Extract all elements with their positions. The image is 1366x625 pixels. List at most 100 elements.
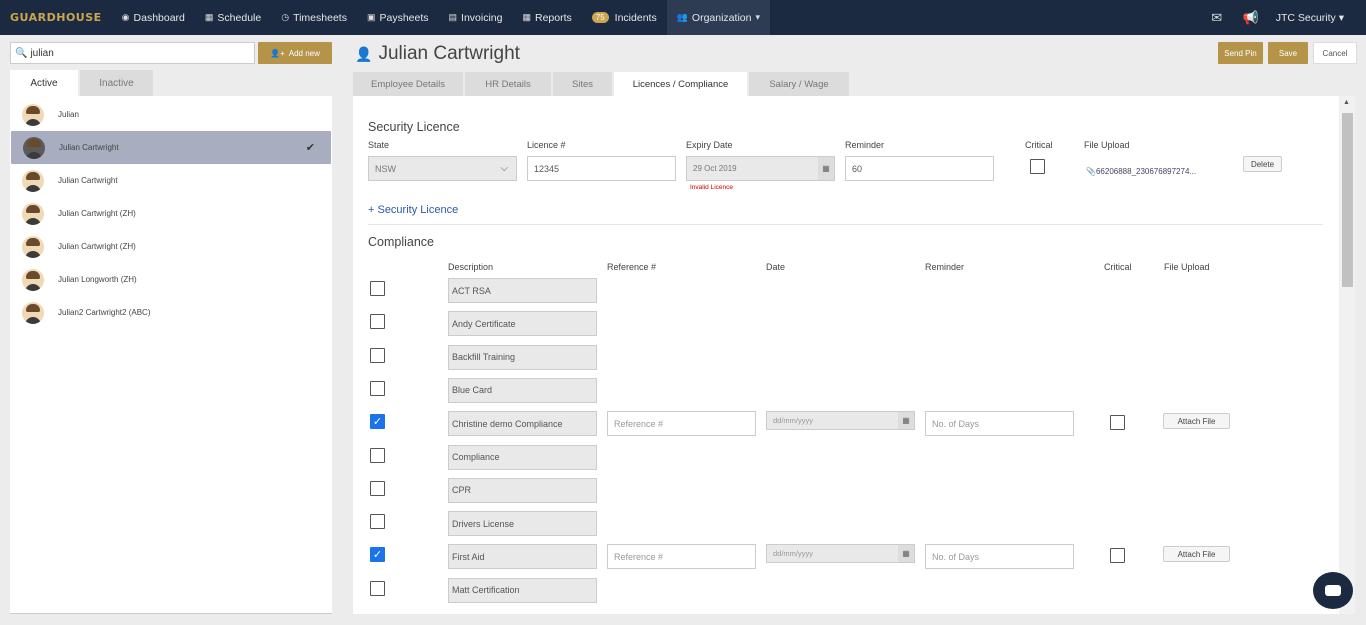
list-item-selected[interactable]: Julian Cartwright ✔	[11, 131, 331, 164]
search-input[interactable]	[30, 47, 251, 59]
compliance-checkbox[interactable]	[370, 380, 385, 396]
nav-dashboard[interactable]: ◉ Dashboard	[112, 0, 195, 35]
compliance-checkbox[interactable]: ✓	[370, 547, 385, 563]
invoice-icon: ▤	[448, 12, 458, 22]
list-item[interactable]: Julian Cartwright (ZH)	[10, 197, 332, 230]
tab-salary-wage[interactable]: Salary / Wage	[749, 72, 849, 96]
checkmark-icon: ✔	[305, 142, 315, 154]
list-item[interactable]: Julian Cartwright (ZH)	[10, 230, 332, 263]
list-item[interactable]: Julian	[10, 98, 332, 131]
security-licence-title: Security Licence	[368, 120, 460, 134]
company-menu[interactable]: JTC Security ▾	[1276, 12, 1344, 24]
compliance-description: Drivers License	[448, 511, 597, 537]
paperclip-icon: 📎	[1086, 167, 1096, 176]
list-item[interactable]: Julian2 Cartwright2 (ABC)	[10, 296, 332, 329]
nav-incidents[interactable]: 75 Incidents	[582, 0, 667, 35]
calendar-icon[interactable]: ▦	[898, 545, 914, 563]
reminder-label: Reminder	[845, 140, 885, 150]
reminder-days-input[interactable]: No. of Days	[925, 411, 1074, 437]
employee-list: Julian Julian Cartwright ✔ Julian Cartwri…	[10, 96, 332, 614]
calendar-icon: ▦	[204, 12, 214, 22]
compliance-description: Andy Certificate	[448, 311, 597, 337]
user-icon: 👤	[355, 45, 373, 62]
expiry-date-input[interactable]: 29 Oct 2019 ▦	[686, 156, 835, 181]
tab-sites[interactable]: Sites	[553, 72, 612, 96]
reminder-days-input[interactable]: No. of Days	[925, 544, 1074, 570]
compliance-date-input[interactable]: dd/mm/yyyy ▦	[766, 544, 915, 564]
reference-input[interactable]: Reference #	[607, 544, 756, 570]
mail-icon[interactable]: ✉	[1200, 10, 1234, 26]
nav-paysheets[interactable]: ▣ Paysheets	[357, 0, 439, 35]
state-select[interactable]: NSW ⌵	[368, 156, 517, 181]
search-box: 🔍	[10, 42, 255, 64]
table-icon: ▦	[522, 12, 531, 22]
nav-schedule[interactable]: ▦ Schedule	[195, 0, 271, 35]
chat-button[interactable]	[1313, 572, 1353, 609]
state-label: State	[368, 140, 390, 150]
add-new-button[interactable]: 👤+ Add new	[258, 42, 332, 64]
tab-employee-details[interactable]: Employee Details	[353, 72, 463, 96]
top-navbar: GUARDHOUSE ◉ Dashboard ▦ Schedule ◷ Timeshe…	[0, 0, 1366, 35]
compliance-description: Blue Card	[448, 377, 597, 403]
compliance-checkbox[interactable]	[370, 447, 385, 463]
avatar	[22, 301, 44, 324]
caret-down-icon: ▾	[755, 12, 760, 22]
file-upload-header: File Upload	[1164, 262, 1210, 272]
reminder-header: Reminder	[925, 262, 965, 272]
licences-panel: Security Licence State Licence # Expiry …	[353, 96, 1339, 614]
nav-invoicing[interactable]: ▤ Invoicing	[439, 0, 513, 35]
page-title: 👤 Julian Cartwright	[355, 43, 520, 64]
scroll-up-icon[interactable]: ▲	[1343, 99, 1350, 106]
tab-hr-details[interactable]: HR Details	[465, 72, 551, 96]
licence-number-input[interactable]: 12345	[527, 156, 676, 181]
send-pin-button[interactable]: Send Pin	[1218, 42, 1263, 64]
expiry-date-label: Expiry Date	[686, 140, 733, 150]
avatar	[22, 169, 44, 192]
compliance-checkbox[interactable]: ✓	[370, 414, 385, 430]
incident-count-badge: 75	[591, 12, 609, 23]
scrollbar-thumb[interactable]	[1342, 113, 1353, 287]
reminder-input[interactable]: 60	[845, 156, 994, 181]
brand-logo[interactable]: GUARDHOUSE	[10, 11, 102, 24]
compliance-description: CPR	[448, 477, 597, 503]
calendar-icon[interactable]: ▦	[818, 157, 834, 180]
compliance-description: ACT RSA	[448, 278, 597, 303]
compliance-checkbox[interactable]	[370, 480, 385, 496]
nav-timesheets[interactable]: ◷ Timesheets	[271, 0, 357, 35]
licence-number-label: Licence #	[527, 140, 566, 150]
dashboard-icon: ◉	[121, 12, 130, 22]
compliance-checkbox[interactable]	[370, 514, 385, 530]
nav-reports[interactable]: ▦ Reports	[512, 0, 581, 35]
compliance-checkbox[interactable]	[370, 314, 385, 330]
add-security-licence-link[interactable]: + Security Licence	[368, 204, 458, 216]
compliance-critical-checkbox[interactable]	[1110, 548, 1125, 564]
compliance-critical-checkbox[interactable]	[1110, 415, 1125, 431]
avatar	[22, 268, 44, 291]
avatar	[23, 136, 45, 159]
tab-active[interactable]: Active	[10, 70, 78, 97]
compliance-checkbox[interactable]	[370, 580, 385, 596]
save-button[interactable]: Save	[1268, 42, 1308, 64]
description-header: Description	[448, 262, 494, 272]
compliance-checkbox[interactable]	[370, 347, 385, 363]
tab-licences-compliance[interactable]: Licences / Compliance	[614, 72, 747, 96]
attach-file-button[interactable]: Attach File	[1163, 413, 1230, 430]
tab-inactive[interactable]: Inactive	[80, 70, 153, 97]
compliance-checkbox[interactable]	[370, 281, 385, 296]
uploaded-file-link[interactable]: 📎66206888_230676897274...	[1086, 167, 1196, 176]
cancel-button[interactable]: Cancel	[1313, 42, 1357, 64]
list-item[interactable]: Julian Cartwright	[10, 164, 332, 197]
chat-icon	[1325, 585, 1341, 596]
reference-input[interactable]: Reference #	[607, 411, 756, 437]
megaphone-icon[interactable]: 📢	[1234, 10, 1268, 26]
nav-organization[interactable]: 👥 Organization ▾	[666, 0, 770, 35]
add-user-icon: 👤+	[270, 48, 285, 58]
licence-critical-checkbox[interactable]	[1030, 159, 1045, 174]
delete-licence-button[interactable]: Delete	[1243, 156, 1282, 172]
reference-header: Reference #	[607, 262, 657, 272]
calendar-icon[interactable]: ▦	[898, 412, 914, 430]
list-item[interactable]: Julian Longworth (ZH)	[10, 263, 332, 296]
compliance-date-input[interactable]: dd/mm/yyyy ▦	[766, 411, 915, 431]
attach-file-button[interactable]: Attach File	[1163, 546, 1230, 563]
compliance-description: Christine demo Compliance	[448, 411, 597, 437]
